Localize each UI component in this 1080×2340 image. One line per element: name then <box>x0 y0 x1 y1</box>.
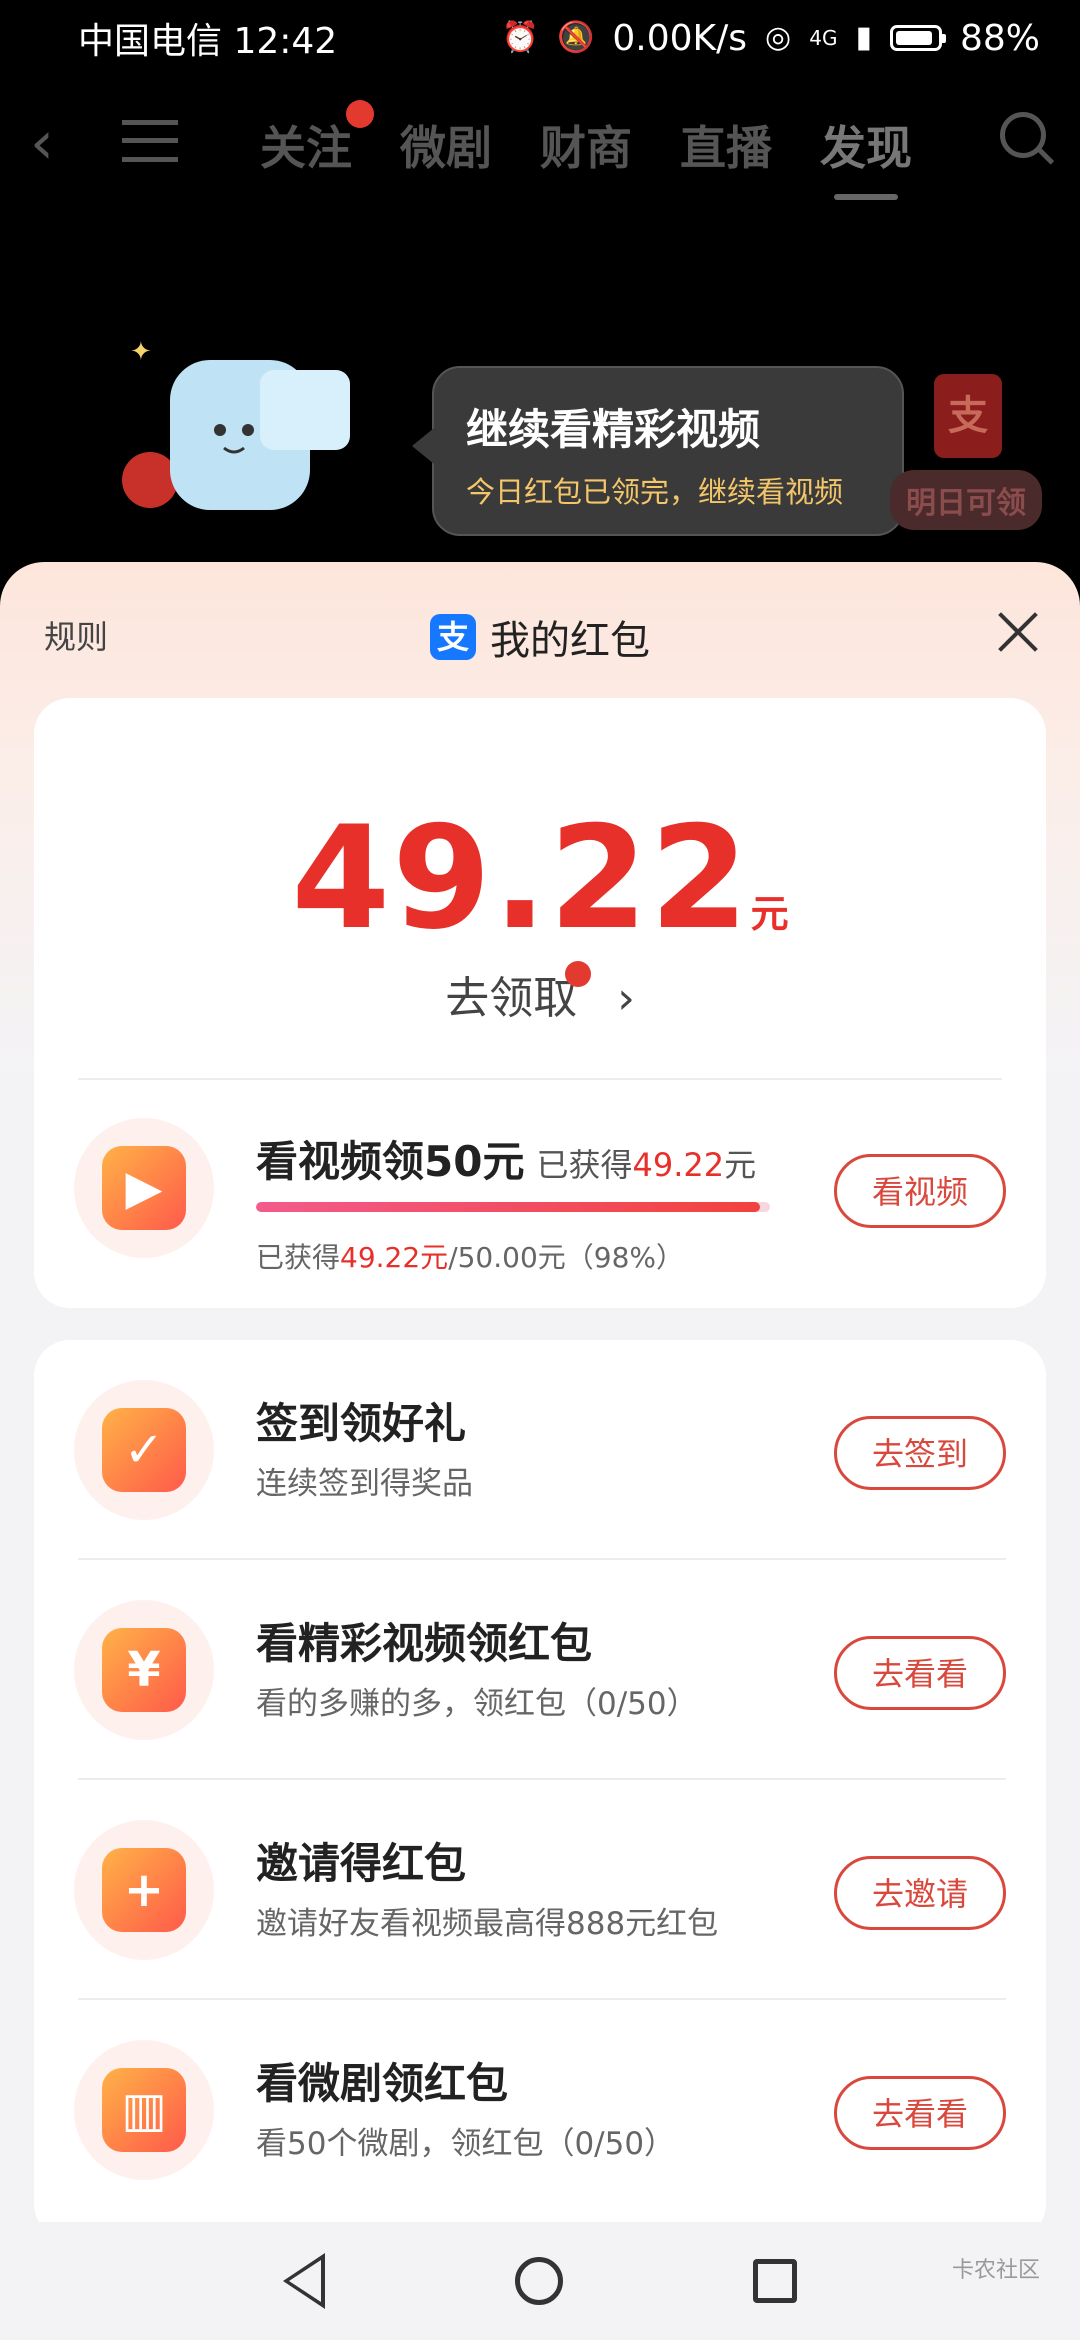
carrier-time: 中国电信 12:42 <box>78 12 337 64</box>
task-title: 签到领好礼 <box>256 1399 467 1448</box>
system-nav-bar <box>0 2222 1080 2340</box>
network-type: 4G <box>809 26 838 50</box>
svg-text:✦: ✦ <box>130 337 152 367</box>
menu-icon[interactable] <box>122 120 178 162</box>
alarm-icon: ⏰ <box>501 20 540 55</box>
red-packet-sheet: 规则 支 我的红包 49.22元 去领取 › ▶ 看视频领50元 已获得49.22… <box>0 562 1080 2222</box>
list-item: ¥ 看精彩视频领红包 看的多赚的多，领红包（0/50） 去看看 <box>34 1560 1046 1780</box>
promo-banner: ✦ 继续看精彩视频 今日红包已领完，继续看视频 支 明日可领 <box>0 310 1080 570</box>
list-item: + 邀请得红包 邀请好友看视频最高得888元红包 去邀请 <box>34 1780 1046 2000</box>
earned-summary: 已获得49.22元 <box>536 1146 757 1184</box>
go-watch-button[interactable]: 去看看 <box>834 1636 1006 1710</box>
balance-card: 49.22元 去领取 › ▶ 看视频领50元 已获得49.22元 已获得49.22… <box>34 698 1046 1308</box>
invite-button[interactable]: 去邀请 <box>834 1856 1006 1930</box>
task-subtitle: 连续签到得奖品 <box>256 1466 473 1502</box>
search-icon[interactable] <box>1000 112 1046 158</box>
task-title: 看精彩视频领红包 <box>256 1619 593 1668</box>
task-list-card: ✓ 签到领好礼 连续签到得奖品 去签到 ¥ 看精彩视频领红包 看的多赚的多，领红… <box>34 1340 1046 2222</box>
tab-discover[interactable]: 发现 <box>820 112 912 200</box>
nav-back-icon[interactable] <box>283 2253 325 2309</box>
progress-fill <box>256 1202 760 1212</box>
claim-notification-dot <box>565 961 592 987</box>
battery-level: 88% <box>959 17 1040 59</box>
speech-bubble: 继续看精彩视频 今日红包已领完，继续看视频 <box>412 366 904 536</box>
icon-wrap: ✓ <box>74 1380 214 1520</box>
red-envelope-icon: 支 <box>934 374 1002 458</box>
balance-value: 49.22 <box>291 796 751 961</box>
list-item: ▥ 看微剧领红包 看50个微剧，领红包（0/50） 去看看 <box>34 2000 1046 2220</box>
tab-follow[interactable]: 关注 <box>260 100 374 178</box>
mascot-illustration: ✦ <box>122 337 350 510</box>
task-title: 看微剧领红包 <box>256 2059 509 2108</box>
icon-wrap: ¥ <box>74 1600 214 1740</box>
bubble-title: 继续看精彩视频 <box>466 405 761 454</box>
icon-wrap: ▥ <box>74 2040 214 2180</box>
watermark-text: 卡农社区 <box>951 2258 1040 2283</box>
watch-video-button[interactable]: 看视频 <box>834 1154 1006 1228</box>
chevron-right-icon: › <box>603 973 635 1024</box>
sign-in-button[interactable]: 去签到 <box>834 1416 1006 1490</box>
claim-label: 去领取 <box>445 973 578 1024</box>
yen-envelope-icon: ¥ <box>102 1628 186 1712</box>
sheet-title-text: 我的红包 <box>490 618 650 664</box>
mute-icon: 🔕 <box>557 20 595 55</box>
balance-unit: 元 <box>750 892 789 936</box>
progress-bar <box>256 1202 770 1212</box>
nav-home-icon[interactable] <box>515 2257 563 2305</box>
network-speed: 0.00K/s <box>612 17 748 59</box>
signal-icon: ▮ <box>855 20 872 55</box>
notification-dot <box>346 100 374 128</box>
task-title: 看视频领50元 已获得49.22元 <box>256 1137 757 1186</box>
battery-icon <box>889 25 946 51</box>
task-subtitle: 看的多赚的多，领红包（0/50） <box>256 1686 698 1722</box>
top-tabs: 关注 微剧 财商 直播 发现 <box>260 100 912 200</box>
sheet-title: 支 我的红包 <box>0 608 1080 666</box>
tab-live[interactable]: 直播 <box>680 112 772 178</box>
balance-amount: 49.22元 <box>34 796 1046 961</box>
tomorrow-badge: 明日可领 <box>890 470 1042 530</box>
claim-link[interactable]: 去领取 › <box>34 961 1046 1026</box>
watch-video-task: ▶ 看视频领50元 已获得49.22元 已获得49.22元/50.00元（98%）… <box>34 1078 1046 1298</box>
sheet-header: 规则 支 我的红包 <box>0 562 1080 702</box>
nav-recents-icon[interactable] <box>753 2259 797 2303</box>
calendar-check-icon: ✓ <box>102 1408 186 1492</box>
task-subtitle: 邀请好友看视频最高得888元红包 <box>256 1906 719 1942</box>
go-watch-drama-button[interactable]: 去看看 <box>834 2076 1006 2150</box>
list-item: ✓ 签到领好礼 连续签到得奖品 去签到 <box>34 1340 1046 1560</box>
progress-text: 已获得49.22元/50.00元（98%） <box>256 1241 685 1274</box>
status-icons: ⏰ 🔕 0.00K/s ◎ 4G ▮ 88% <box>502 18 1040 59</box>
alipay-icon: 支 <box>430 614 476 660</box>
task-title: 邀请得红包 <box>256 1839 467 1888</box>
tab-finance[interactable]: 财商 <box>540 112 632 178</box>
top-nav: ‹ 关注 微剧 财商 直播 发现 <box>0 90 1080 200</box>
hotspot-icon: ◎ <box>765 20 792 55</box>
bubble-subtitle: 今日红包已领完，继续看视频 <box>466 475 844 509</box>
play-video-icon: ▶ <box>102 1146 186 1230</box>
tab-micro-drama[interactable]: 微剧 <box>400 112 492 178</box>
icon-wrap: + <box>74 1820 214 1960</box>
back-chevron-icon[interactable]: ‹ <box>30 108 54 178</box>
tv-icon: ▥ <box>102 2068 186 2152</box>
close-icon[interactable] <box>996 610 1040 654</box>
add-user-icon: + <box>102 1848 186 1932</box>
carrier: 中国电信 <box>78 21 223 62</box>
video-icon-wrap: ▶ <box>74 1118 214 1258</box>
clock: 12:42 <box>233 21 338 62</box>
status-bar: 中国电信 12:42 ⏰ 🔕 0.00K/s ◎ 4G ▮ 88% <box>0 0 1080 76</box>
task-subtitle: 看50个微剧，领红包（0/50） <box>256 2126 676 2162</box>
